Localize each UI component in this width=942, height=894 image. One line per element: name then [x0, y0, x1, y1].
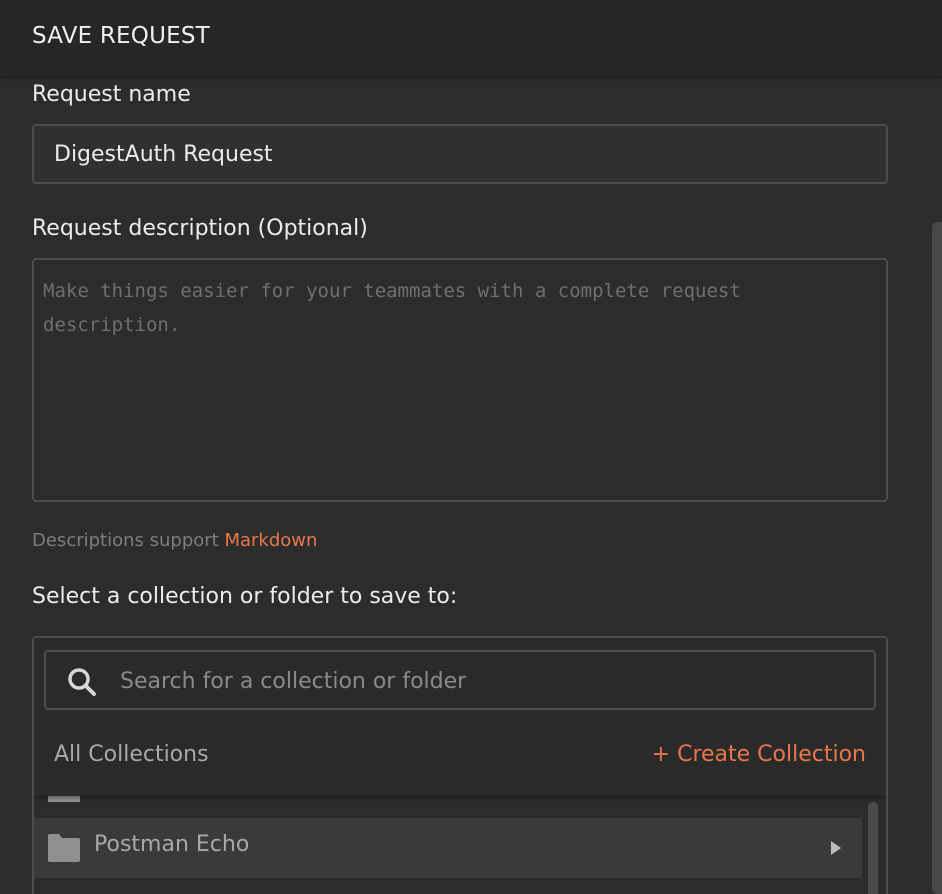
- collection-search-input[interactable]: [118, 652, 862, 710]
- search-icon: [68, 668, 96, 696]
- dialog-scrollbar[interactable]: [932, 222, 942, 894]
- folder-icon: [48, 834, 80, 862]
- markdown-note: Descriptions support Markdown: [32, 530, 317, 551]
- save-request-dialog: SAVE REQUEST Request name Request descri…: [0, 0, 942, 894]
- markdown-note-text: Descriptions support: [32, 530, 225, 551]
- markdown-link[interactable]: Markdown: [224, 530, 317, 551]
- collection-item-postman-echo[interactable]: Postman Echo: [34, 818, 862, 878]
- collection-search-box[interactable]: [44, 650, 876, 710]
- collection-picker-header: All Collections + Create Collection: [34, 638, 886, 796]
- request-description-label: Request description (Optional): [32, 216, 368, 241]
- all-collections-heading: All Collections: [54, 742, 209, 767]
- request-name-label: Request name: [32, 82, 191, 107]
- request-description-input[interactable]: [32, 258, 888, 502]
- create-collection-button[interactable]: + Create Collection: [652, 742, 866, 767]
- collection-list-scrollbar[interactable]: [868, 802, 878, 894]
- collection-item-label: Postman Echo: [94, 832, 250, 857]
- dialog-header: SAVE REQUEST: [0, 0, 942, 76]
- collection-picker-label: Select a collection or folder to save to…: [32, 584, 458, 609]
- dialog-title: SAVE REQUEST: [32, 23, 210, 49]
- request-name-input[interactable]: [32, 124, 888, 184]
- chevron-right-icon[interactable]: [830, 840, 842, 856]
- collection-picker: All Collections + Create Collection Post…: [32, 636, 888, 894]
